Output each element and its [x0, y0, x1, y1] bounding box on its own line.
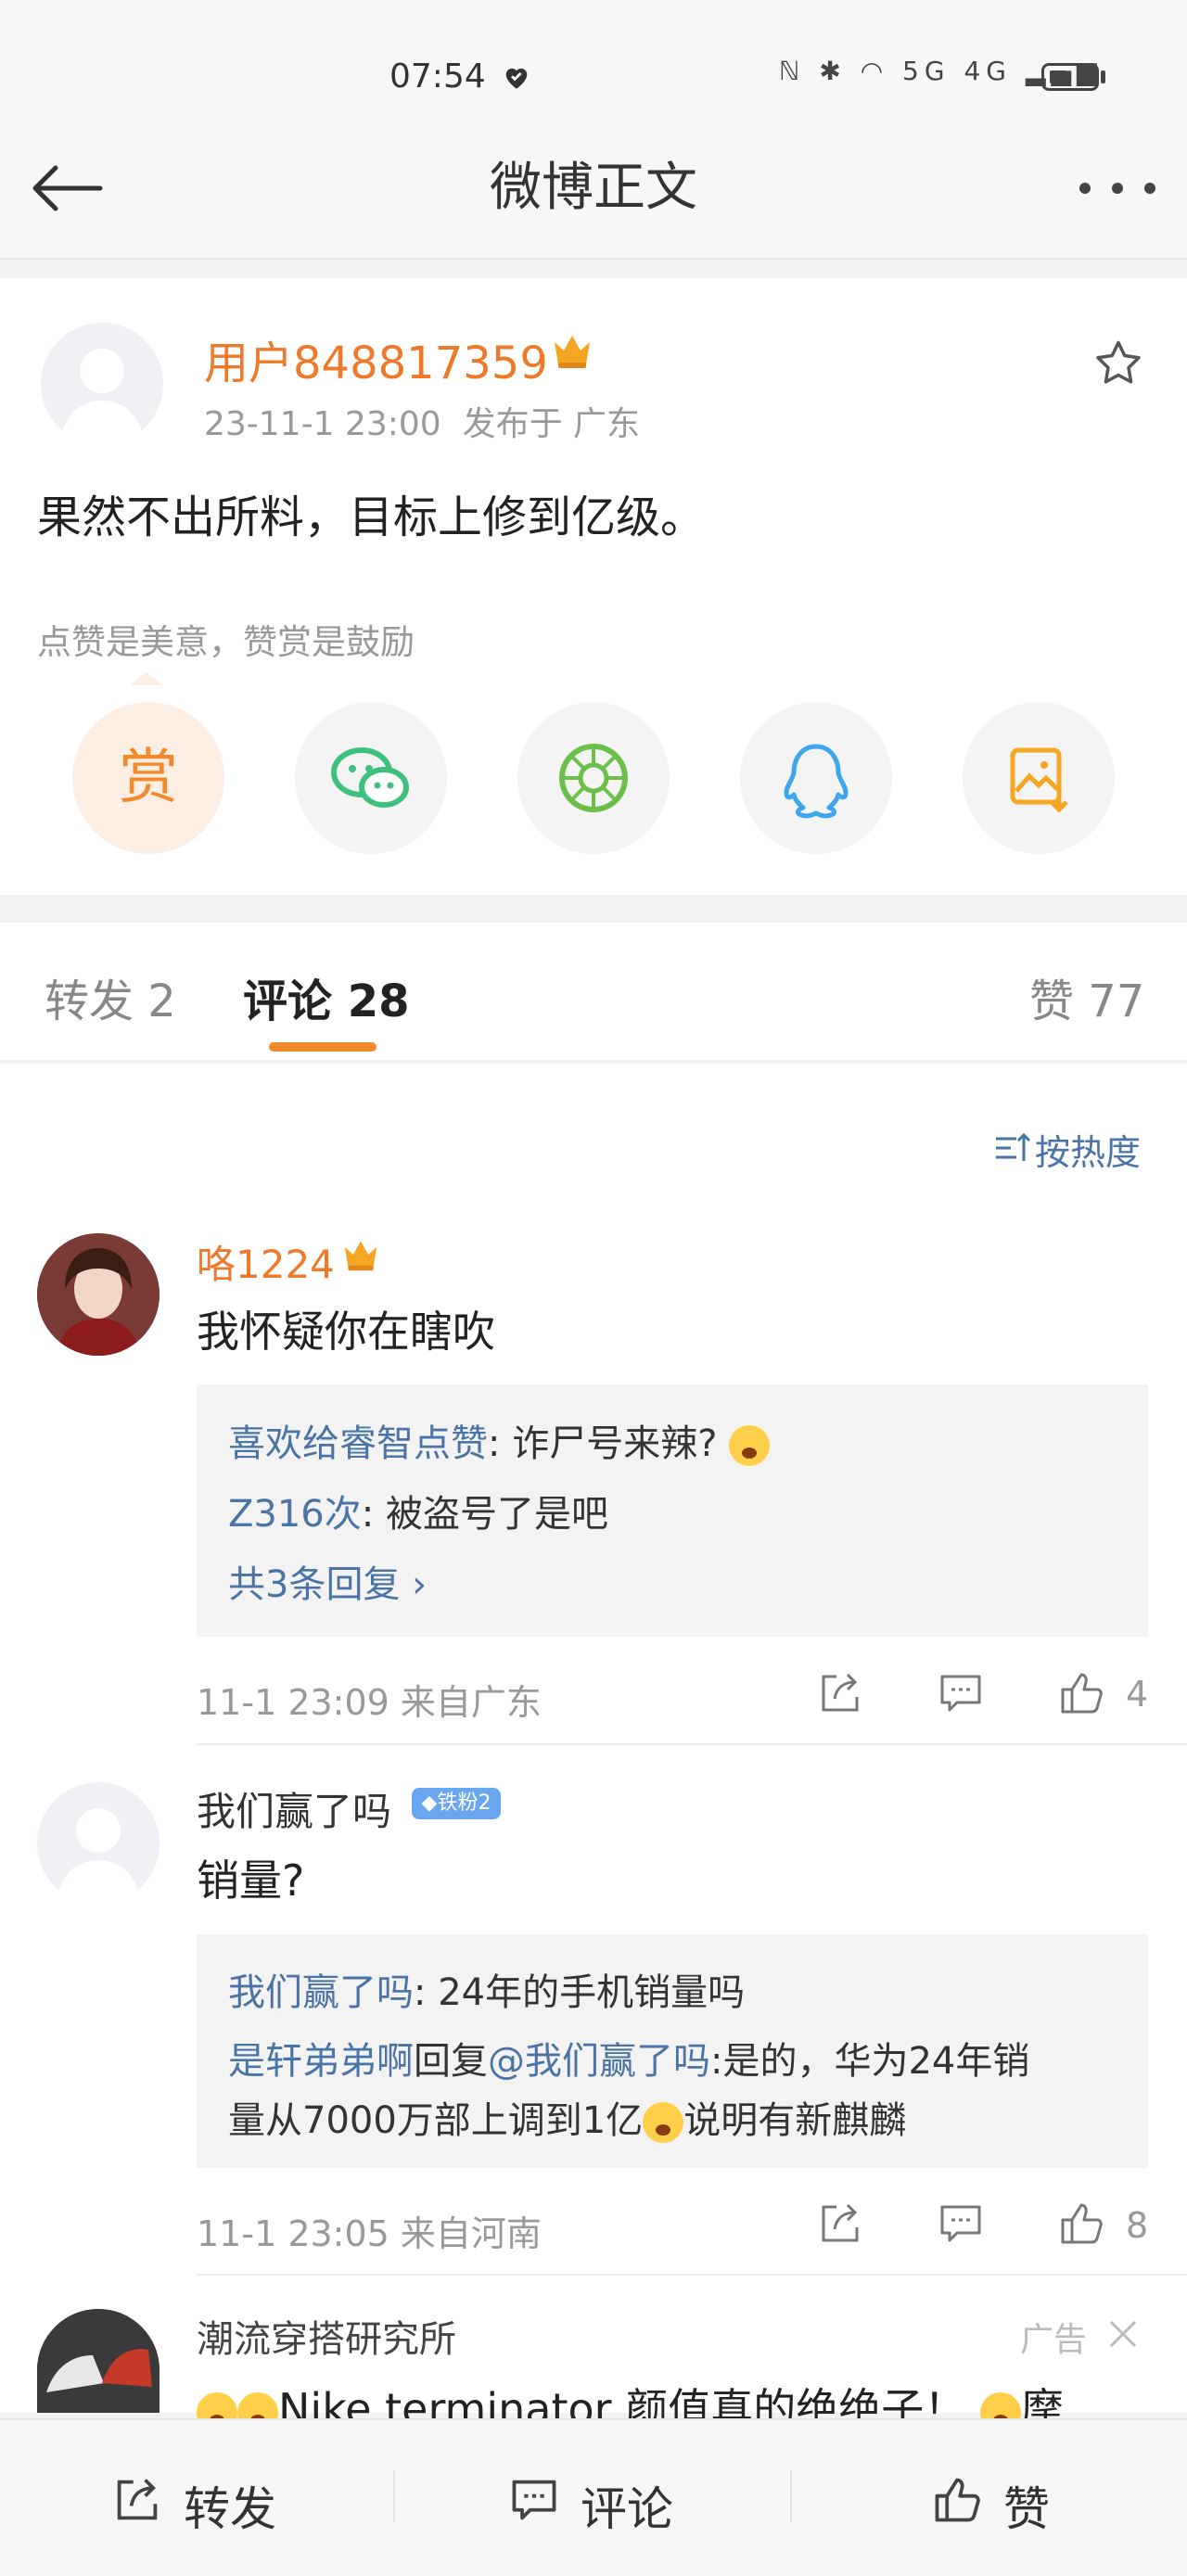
reply-item: 是轩弟弟啊回复@我们赢了吗:是的，华为24年销: [228, 2040, 1030, 2083]
qq-penguin-icon: [784, 744, 849, 819]
bluetooth-icon: ✱: [819, 56, 847, 86]
reward-hint: 点赞是美意，赞赏是鼓励: [37, 622, 415, 662]
comment-meta: 11-1 23:05 来自河南: [197, 2213, 542, 2254]
nfc-icon: ℕ: [779, 56, 806, 86]
fan-badge: ◆铁粉2: [412, 1788, 501, 1819]
reply-text: : 24年的手机销量吗: [414, 1971, 746, 2014]
repost-icon[interactable]: [816, 2200, 864, 2248]
comment-icon[interactable]: [937, 1669, 985, 1717]
heart-status-icon: [505, 68, 528, 89]
moments-shutter-icon: [559, 744, 628, 812]
like-count: 8: [1126, 2205, 1149, 2246]
like-thumb-icon[interactable]: [931, 2474, 983, 2526]
reply-user: 是轩弟弟啊: [228, 2040, 414, 2083]
save-image-button[interactable]: [963, 702, 1115, 854]
reward-button[interactable]: 赏: [72, 702, 224, 854]
divider: [197, 2274, 1187, 2276]
save-image-icon: [1010, 747, 1068, 813]
comment-text: 销量?: [197, 1855, 305, 1906]
repost-button[interactable]: 转发: [184, 2472, 276, 2539]
network-label: 5G 4G: [902, 56, 1012, 86]
reply-item-continued: 量从7000万部上调到1亿 说明有新麒麟: [228, 2099, 907, 2143]
commenter-avatar[interactable]: [37, 1233, 160, 1356]
ad-label: 广告: [1020, 2321, 1088, 2359]
reply-item: Z316次: 被盗号了是吧: [228, 1484, 608, 1537]
laugh-cry-emoji-icon: [643, 2102, 684, 2143]
like-thumb-icon[interactable]: [1057, 2200, 1105, 2248]
tab-comments[interactable]: 评论 28: [243, 964, 410, 1029]
commenter-name[interactable]: 我们赢了吗: [197, 1780, 391, 1837]
like-thumb-icon[interactable]: [1057, 1669, 1105, 1717]
tab-repost[interactable]: 转发 2: [45, 964, 176, 1029]
share-wechat-button[interactable]: [295, 702, 447, 854]
post-meta: 23-11-1 23:00 发布于 广东: [204, 397, 640, 445]
battery-icon: [1041, 63, 1099, 91]
share-moments-button[interactable]: [517, 702, 670, 854]
comment-text: 我怀疑你在瞎吹: [197, 1307, 495, 1357]
comment-icon[interactable]: [937, 2200, 985, 2248]
user-photo: [37, 1233, 160, 1356]
ad-account-name[interactable]: 潮流穿搭研究所: [197, 2309, 456, 2363]
author-avatar[interactable]: [41, 323, 163, 445]
close-ad-icon[interactable]: [1107, 2318, 1139, 2350]
comment-meta: 11-1 23:09 来自广东: [197, 1682, 542, 1723]
status-time: 07:54: [389, 57, 486, 96]
default-avatar-icon: [56, 1808, 141, 1905]
comments-list: [0, 1064, 1187, 2413]
hint-pointer: [130, 672, 163, 685]
page-title: 微博正文: [490, 158, 697, 218]
reply-item: 喜欢给睿智点赞: 诈尸号来辣?: [228, 1413, 771, 1467]
comment-icon[interactable]: [508, 2474, 560, 2526]
wechat-icon: [331, 747, 409, 808]
more-options-icon[interactable]: [1076, 182, 1159, 195]
author-name[interactable]: 用户848817359: [204, 326, 548, 391]
separator: [393, 2470, 395, 2522]
divider: [197, 1743, 1187, 1745]
reply-user: 我们赢了吗: [228, 1971, 414, 2014]
reply-text: : 被盗号了是吧: [361, 1493, 608, 1536]
comment-button[interactable]: 评论: [581, 2472, 673, 2539]
post-location: 发布于 广东: [462, 405, 641, 443]
post-time: 23-11-1 23:00: [204, 405, 441, 443]
post-text: 果然不出所料，目标上修到亿级。: [37, 491, 706, 543]
vip-crown-icon: [344, 1241, 377, 1271]
share-qq-button[interactable]: [740, 702, 892, 854]
tab-likes[interactable]: 赞 77: [1029, 964, 1144, 1029]
view-all-replies-link[interactable]: 共3条回复 ›: [228, 1554, 427, 1608]
reply-item: 我们赢了吗: 24年的手机销量吗: [228, 1962, 745, 2016]
default-avatar-icon: [59, 349, 145, 445]
sort-by-hot-button[interactable]: 按热度: [1035, 1124, 1141, 1175]
repost-icon[interactable]: [111, 2474, 163, 2526]
commenter-name[interactable]: 咯1224: [197, 1233, 335, 1290]
tab-bar: [0, 923, 1187, 1062]
vip-crown-icon: [555, 336, 590, 368]
commenter-avatar[interactable]: [37, 1782, 160, 1905]
active-tab-indicator: [269, 1042, 377, 1052]
wifi-icon: ◠: [860, 56, 889, 86]
favorite-star-icon[interactable]: [1091, 336, 1146, 391]
reply-user: Z316次: [228, 1493, 362, 1536]
mention-link: @我们赢了吗: [488, 2040, 710, 2083]
reward-label: 赏: [119, 744, 178, 812]
reply-text: : 诈尸号来辣?: [488, 1422, 730, 1465]
reply-user: 喜欢给睿智点赞: [228, 1422, 488, 1465]
separator: [790, 2470, 792, 2522]
repost-icon[interactable]: [816, 1669, 864, 1717]
shocked-emoji-icon: [729, 1425, 771, 1466]
like-count: 4: [1126, 1674, 1149, 1715]
fan-badge-label: 铁粉2: [437, 1792, 491, 1815]
like-button[interactable]: 赞: [1003, 2472, 1050, 2539]
battery-tip: [1101, 70, 1105, 83]
sort-icon[interactable]: [994, 1131, 1031, 1165]
